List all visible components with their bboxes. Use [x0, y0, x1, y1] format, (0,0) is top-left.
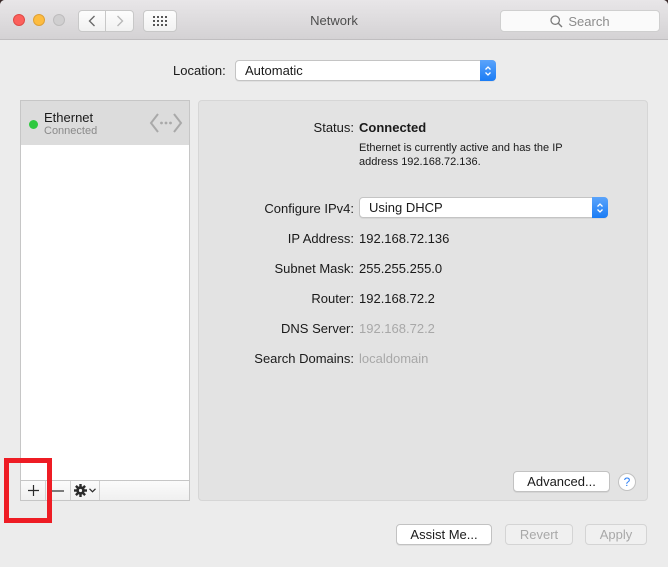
configure-ipv4-label: Configure IPv4: — [264, 201, 354, 216]
dns-server-value: 192.168.72.2 — [359, 321, 435, 336]
configure-ipv4-popup[interactable]: Using DHCP — [359, 197, 608, 218]
assist-me-button[interactable]: Assist Me... — [396, 524, 492, 545]
action-menu-button[interactable] — [71, 481, 100, 500]
service-item-ethernet[interactable]: Ethernet Connected — [21, 101, 189, 145]
search-icon — [550, 14, 563, 27]
subnet-mask-value: 255.255.255.0 — [359, 261, 443, 276]
search-field[interactable]: Search — [500, 10, 660, 32]
ip-address-label: IP Address: — [287, 231, 354, 246]
search-placeholder: Search — [568, 13, 610, 29]
configure-ipv4-value: Using DHCP — [369, 200, 443, 215]
gear-icon — [74, 484, 87, 497]
location-popup[interactable]: Automatic — [235, 60, 496, 81]
status-label: Status: — [313, 120, 354, 135]
network-service-list: Ethernet Connected — [20, 100, 190, 481]
help-button[interactable]: ? — [618, 473, 636, 491]
title-bar: Network Search — [0, 0, 668, 40]
ethernet-icon — [149, 113, 183, 133]
updown-chevron-icon — [592, 197, 608, 218]
service-name: Ethernet — [44, 110, 94, 125]
status-description: Ethernet is currently active and has the… — [359, 142, 563, 168]
dns-server-label: DNS Server: — [281, 321, 354, 336]
location-value: Automatic — [245, 63, 303, 78]
chevron-down-icon — [89, 488, 96, 493]
router-value: 192.168.72.2 — [359, 291, 435, 306]
network-preferences-window: Network Search Location: Automatic Ether… — [0, 0, 668, 567]
apply-button[interactable]: Apply — [585, 524, 647, 545]
revert-button[interactable]: Revert — [505, 524, 573, 545]
status-value: Connected — [359, 120, 427, 135]
service-status: Connected — [44, 125, 98, 137]
service-detail-panel: Status: Connected Ethernet is currently … — [198, 100, 648, 501]
ip-address-value: 192.168.72.136 — [359, 231, 450, 246]
advanced-button[interactable]: Advanced... — [513, 471, 610, 492]
router-label: Router: — [311, 291, 354, 306]
search-domains-label: Search Domains: — [254, 351, 354, 366]
status-dot-icon — [29, 120, 38, 129]
annotation-highlight-box — [4, 458, 52, 523]
minus-icon — [52, 489, 64, 492]
subnet-mask-label: Subnet Mask: — [274, 261, 355, 276]
location-label: Location: — [173, 63, 226, 78]
search-domains-value: localdomain — [359, 351, 429, 366]
updown-chevron-icon — [480, 60, 496, 81]
